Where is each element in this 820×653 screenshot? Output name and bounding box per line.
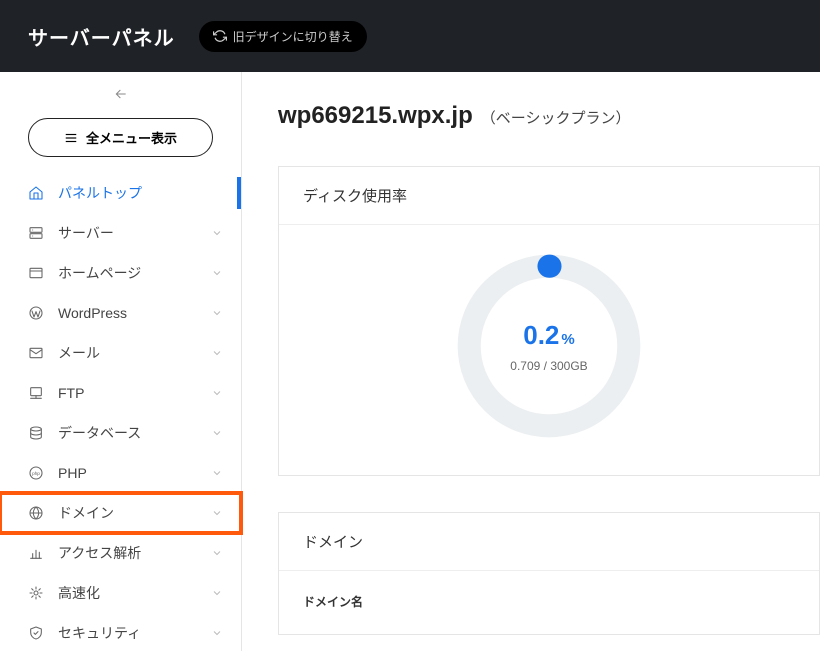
sidebar-item-label: ホームページ	[58, 263, 211, 283]
chevron-down-icon	[211, 507, 223, 519]
sidebar-item-php[interactable]: php PHP	[0, 453, 241, 493]
shield-icon	[28, 625, 44, 641]
ftp-icon	[28, 385, 44, 401]
sidebar-item-label: アクセス解析	[58, 543, 211, 563]
wp-icon	[28, 305, 44, 321]
domain-card: ドメイン ドメイン名	[278, 512, 820, 635]
disk-usage-title: ディスク使用率	[279, 167, 819, 225]
php-icon: php	[28, 465, 44, 481]
app-title: サーバーパネル	[28, 22, 175, 51]
sidebar-item-window[interactable]: ホームページ	[0, 253, 241, 293]
chevron-down-icon	[211, 387, 223, 399]
menu-icon	[64, 131, 78, 145]
svg-text:php: php	[32, 471, 40, 476]
sidebar-item-label: データベース	[58, 423, 211, 443]
arrow-left-icon	[113, 86, 129, 102]
disk-usage-chart: 0.2 % 0.709 / 300GB	[444, 241, 654, 451]
disk-usage-card: ディスク使用率 0.2 % 0.709 / 300GB	[278, 166, 820, 476]
chevron-down-icon	[211, 547, 223, 559]
sidebar-item-shield[interactable]: セキュリティ	[0, 613, 241, 653]
sidebar-item-label: ドメイン	[58, 503, 211, 523]
domain-name: wp669215.wpx.jp	[278, 102, 473, 130]
sidebar-item-chart[interactable]: アクセス解析	[0, 533, 241, 573]
all-menu-button[interactable]: 全メニュー表示	[28, 118, 213, 157]
back-arrow-button[interactable]	[0, 72, 241, 112]
sidebar-item-label: FTP	[58, 385, 211, 401]
domain-card-title: ドメイン	[279, 513, 819, 571]
sidebar-item-db[interactable]: データベース	[0, 413, 241, 453]
mail-icon	[28, 345, 44, 361]
theme-toggle-label: 旧デザインに切り替え	[233, 28, 353, 45]
sidebar-item-mail[interactable]: メール	[0, 333, 241, 373]
sidebar-item-home[interactable]: パネルトップ	[0, 173, 241, 213]
domain-column-header: ドメイン名	[303, 593, 795, 610]
sidebar-item-server[interactable]: サーバー	[0, 213, 241, 253]
sidebar-item-label: メール	[58, 343, 211, 363]
refresh-icon	[213, 29, 227, 43]
chevron-down-icon	[211, 347, 223, 359]
chevron-down-icon	[211, 267, 223, 279]
page-title: wp669215.wpx.jp （ベーシックプラン）	[278, 102, 820, 130]
app-header: サーバーパネル 旧デザインに切り替え	[0, 0, 820, 72]
window-icon	[28, 265, 44, 281]
sidebar-item-label: PHP	[58, 465, 211, 481]
db-icon	[28, 425, 44, 441]
chevron-down-icon	[211, 427, 223, 439]
sidebar-item-ftp[interactable]: FTP	[0, 373, 241, 413]
chevron-down-icon	[211, 227, 223, 239]
sidebar-item-globe[interactable]: ドメイン	[0, 493, 241, 533]
disk-usage-percent: 0.2 %	[523, 320, 575, 351]
chevron-down-icon	[211, 587, 223, 599]
sidebar: 全メニュー表示 パネルトップサーバーホームページ WordPress メール FTP デ…	[0, 72, 242, 651]
speed-icon	[28, 585, 44, 601]
disk-usage-detail: 0.709 / 300GB	[510, 359, 587, 373]
sidebar-item-label: パネルトップ	[58, 183, 223, 203]
home-icon	[28, 185, 44, 201]
main-content: wp669215.wpx.jp （ベーシックプラン） ディスク使用率 0.2 %	[242, 72, 820, 651]
plan-name: （ベーシックプラン）	[481, 107, 631, 128]
chevron-down-icon	[211, 467, 223, 479]
chevron-down-icon	[211, 627, 223, 639]
globe-icon	[28, 505, 44, 521]
sidebar-item-label: 高速化	[58, 583, 211, 603]
sidebar-menu: パネルトップサーバーホームページ WordPress メール FTP データベース php…	[0, 173, 241, 653]
sidebar-item-label: サーバー	[58, 223, 211, 243]
chart-icon	[28, 545, 44, 561]
chevron-down-icon	[211, 307, 223, 319]
theme-toggle-button[interactable]: 旧デザインに切り替え	[199, 21, 367, 52]
sidebar-item-label: セキュリティ	[58, 623, 211, 643]
all-menu-label: 全メニュー表示	[86, 128, 177, 147]
sidebar-item-wp[interactable]: WordPress	[0, 293, 241, 333]
server-icon	[28, 225, 44, 241]
sidebar-item-speed[interactable]: 高速化	[0, 573, 241, 613]
sidebar-item-label: WordPress	[58, 305, 211, 321]
